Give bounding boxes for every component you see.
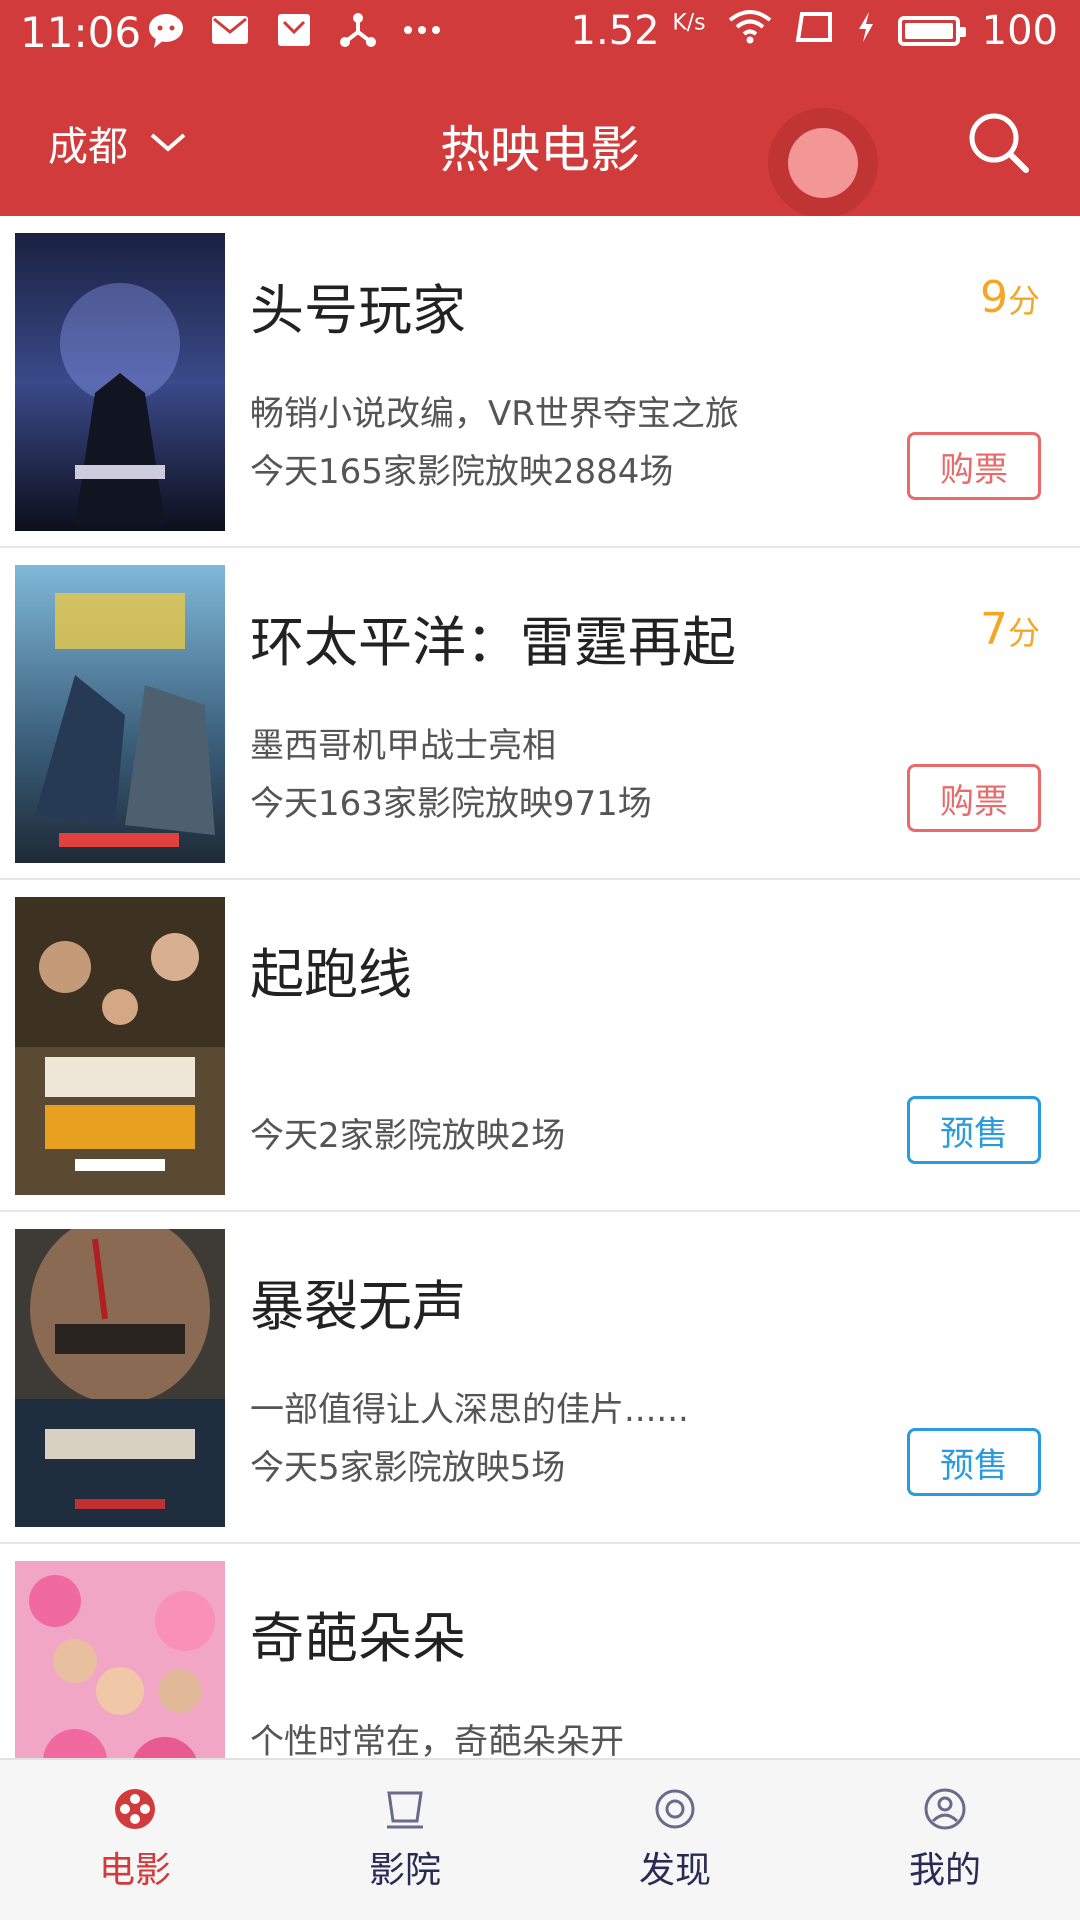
movie-description: 畅销小说改编，VR世界夺宝之旅 xyxy=(250,394,739,434)
inbox-icon xyxy=(274,10,314,50)
status-time: 11:06 xyxy=(20,8,142,57)
status-bar: 11:06 1.52 K/s 100 xyxy=(0,0,1080,70)
movie-poster[interactable] xyxy=(15,1229,225,1527)
movie-score: 7分 xyxy=(979,604,1040,655)
movie-list: 头号玩家 9分 畅销小说改编，VR世界夺宝之旅 今天165家影院放映2884场 … xyxy=(0,216,1080,1758)
battery-level: 100 xyxy=(981,8,1058,54)
tab-discover[interactable]: 发现 xyxy=(540,1760,810,1920)
network-speed: 1.52 K/s xyxy=(570,8,706,54)
battery-icon xyxy=(897,16,966,46)
film-reel-icon xyxy=(115,1789,155,1829)
movie-item[interactable]: 奇葩朵朵 个性时常在，奇葩朵朵开 xyxy=(0,1544,1080,1758)
movie-item[interactable]: 暴裂无声 一部值得让人深思的佳片...... 今天5家影院放映5场 预售 xyxy=(0,1212,1080,1544)
tab-profile[interactable]: 我的 xyxy=(810,1760,1080,1920)
movie-score: 9分 xyxy=(979,272,1040,323)
tab-label: 我的 xyxy=(908,1850,981,1891)
movie-title: 暴裂无声 xyxy=(250,1275,466,1338)
buy-ticket-button[interactable]: 购票 xyxy=(907,764,1041,832)
search-icon[interactable] xyxy=(964,108,1034,178)
charging-icon xyxy=(856,8,876,54)
movie-showings: 今天5家影院放映5场 xyxy=(250,1448,566,1488)
movie-poster[interactable] xyxy=(15,897,225,1195)
screen-icon xyxy=(794,8,834,54)
movie-showings: 今天2家影院放映2场 xyxy=(250,1116,566,1156)
movie-poster[interactable] xyxy=(15,233,225,531)
share-icon xyxy=(338,10,378,50)
movie-item[interactable]: 起跑线 今天2家影院放映2场 预售 xyxy=(0,880,1080,1212)
movie-showings: 今天163家影院放映971场 xyxy=(250,784,652,824)
mail-icon xyxy=(210,10,250,50)
tab-label: 影院 xyxy=(368,1850,441,1891)
more-icon xyxy=(402,10,442,50)
movie-poster[interactable] xyxy=(15,1561,225,1758)
discover-icon xyxy=(655,1789,695,1829)
movie-poster[interactable] xyxy=(15,565,225,863)
wifi-icon xyxy=(728,8,772,54)
notification-icons xyxy=(146,10,442,50)
movie-description: 一部值得让人深思的佳片...... xyxy=(250,1390,689,1430)
presale-button[interactable]: 预售 xyxy=(907,1428,1041,1496)
movie-description: 墨西哥机甲战士亮相 xyxy=(250,726,556,766)
movie-description: 个性时常在，奇葩朵朵开 xyxy=(250,1722,624,1758)
tab-cinemas[interactable]: 影院 xyxy=(270,1760,540,1920)
tab-label: 电影 xyxy=(98,1850,171,1891)
page-title: 热映电影 xyxy=(440,121,640,179)
movie-title: 环太平洋：雷霆再起 xyxy=(250,611,736,674)
top-bar: 11:06 1.52 K/s 100 成都 热映电影 xyxy=(0,0,1080,218)
tab-label: 发现 xyxy=(638,1850,711,1891)
buy-ticket-button[interactable]: 购票 xyxy=(907,432,1041,500)
tab-movies[interactable]: 电影 xyxy=(0,1760,270,1920)
movie-showings: 今天165家影院放映2884场 xyxy=(250,452,674,492)
presale-button[interactable]: 预售 xyxy=(907,1096,1041,1164)
header: 成都 热映电影 xyxy=(0,70,1080,218)
movie-title: 奇葩朵朵 xyxy=(250,1607,466,1670)
movie-item[interactable]: 环太平洋：雷霆再起 7分 墨西哥机甲战士亮相 今天163家影院放映971场 购票 xyxy=(0,548,1080,880)
movie-title: 起跑线 xyxy=(250,943,412,1006)
status-right: 1.52 K/s 100 xyxy=(571,8,1058,54)
movie-item[interactable]: 头号玩家 9分 畅销小说改编，VR世界夺宝之旅 今天165家影院放映2884场 … xyxy=(0,216,1080,548)
movie-title: 头号玩家 xyxy=(250,279,466,342)
profile-icon xyxy=(924,1788,966,1830)
chat-icon xyxy=(146,10,186,50)
touch-indicator xyxy=(768,108,878,218)
bottom-nav: 电影 影院 发现 我的 xyxy=(0,1758,1080,1920)
cinema-screen-icon xyxy=(387,1791,423,1829)
